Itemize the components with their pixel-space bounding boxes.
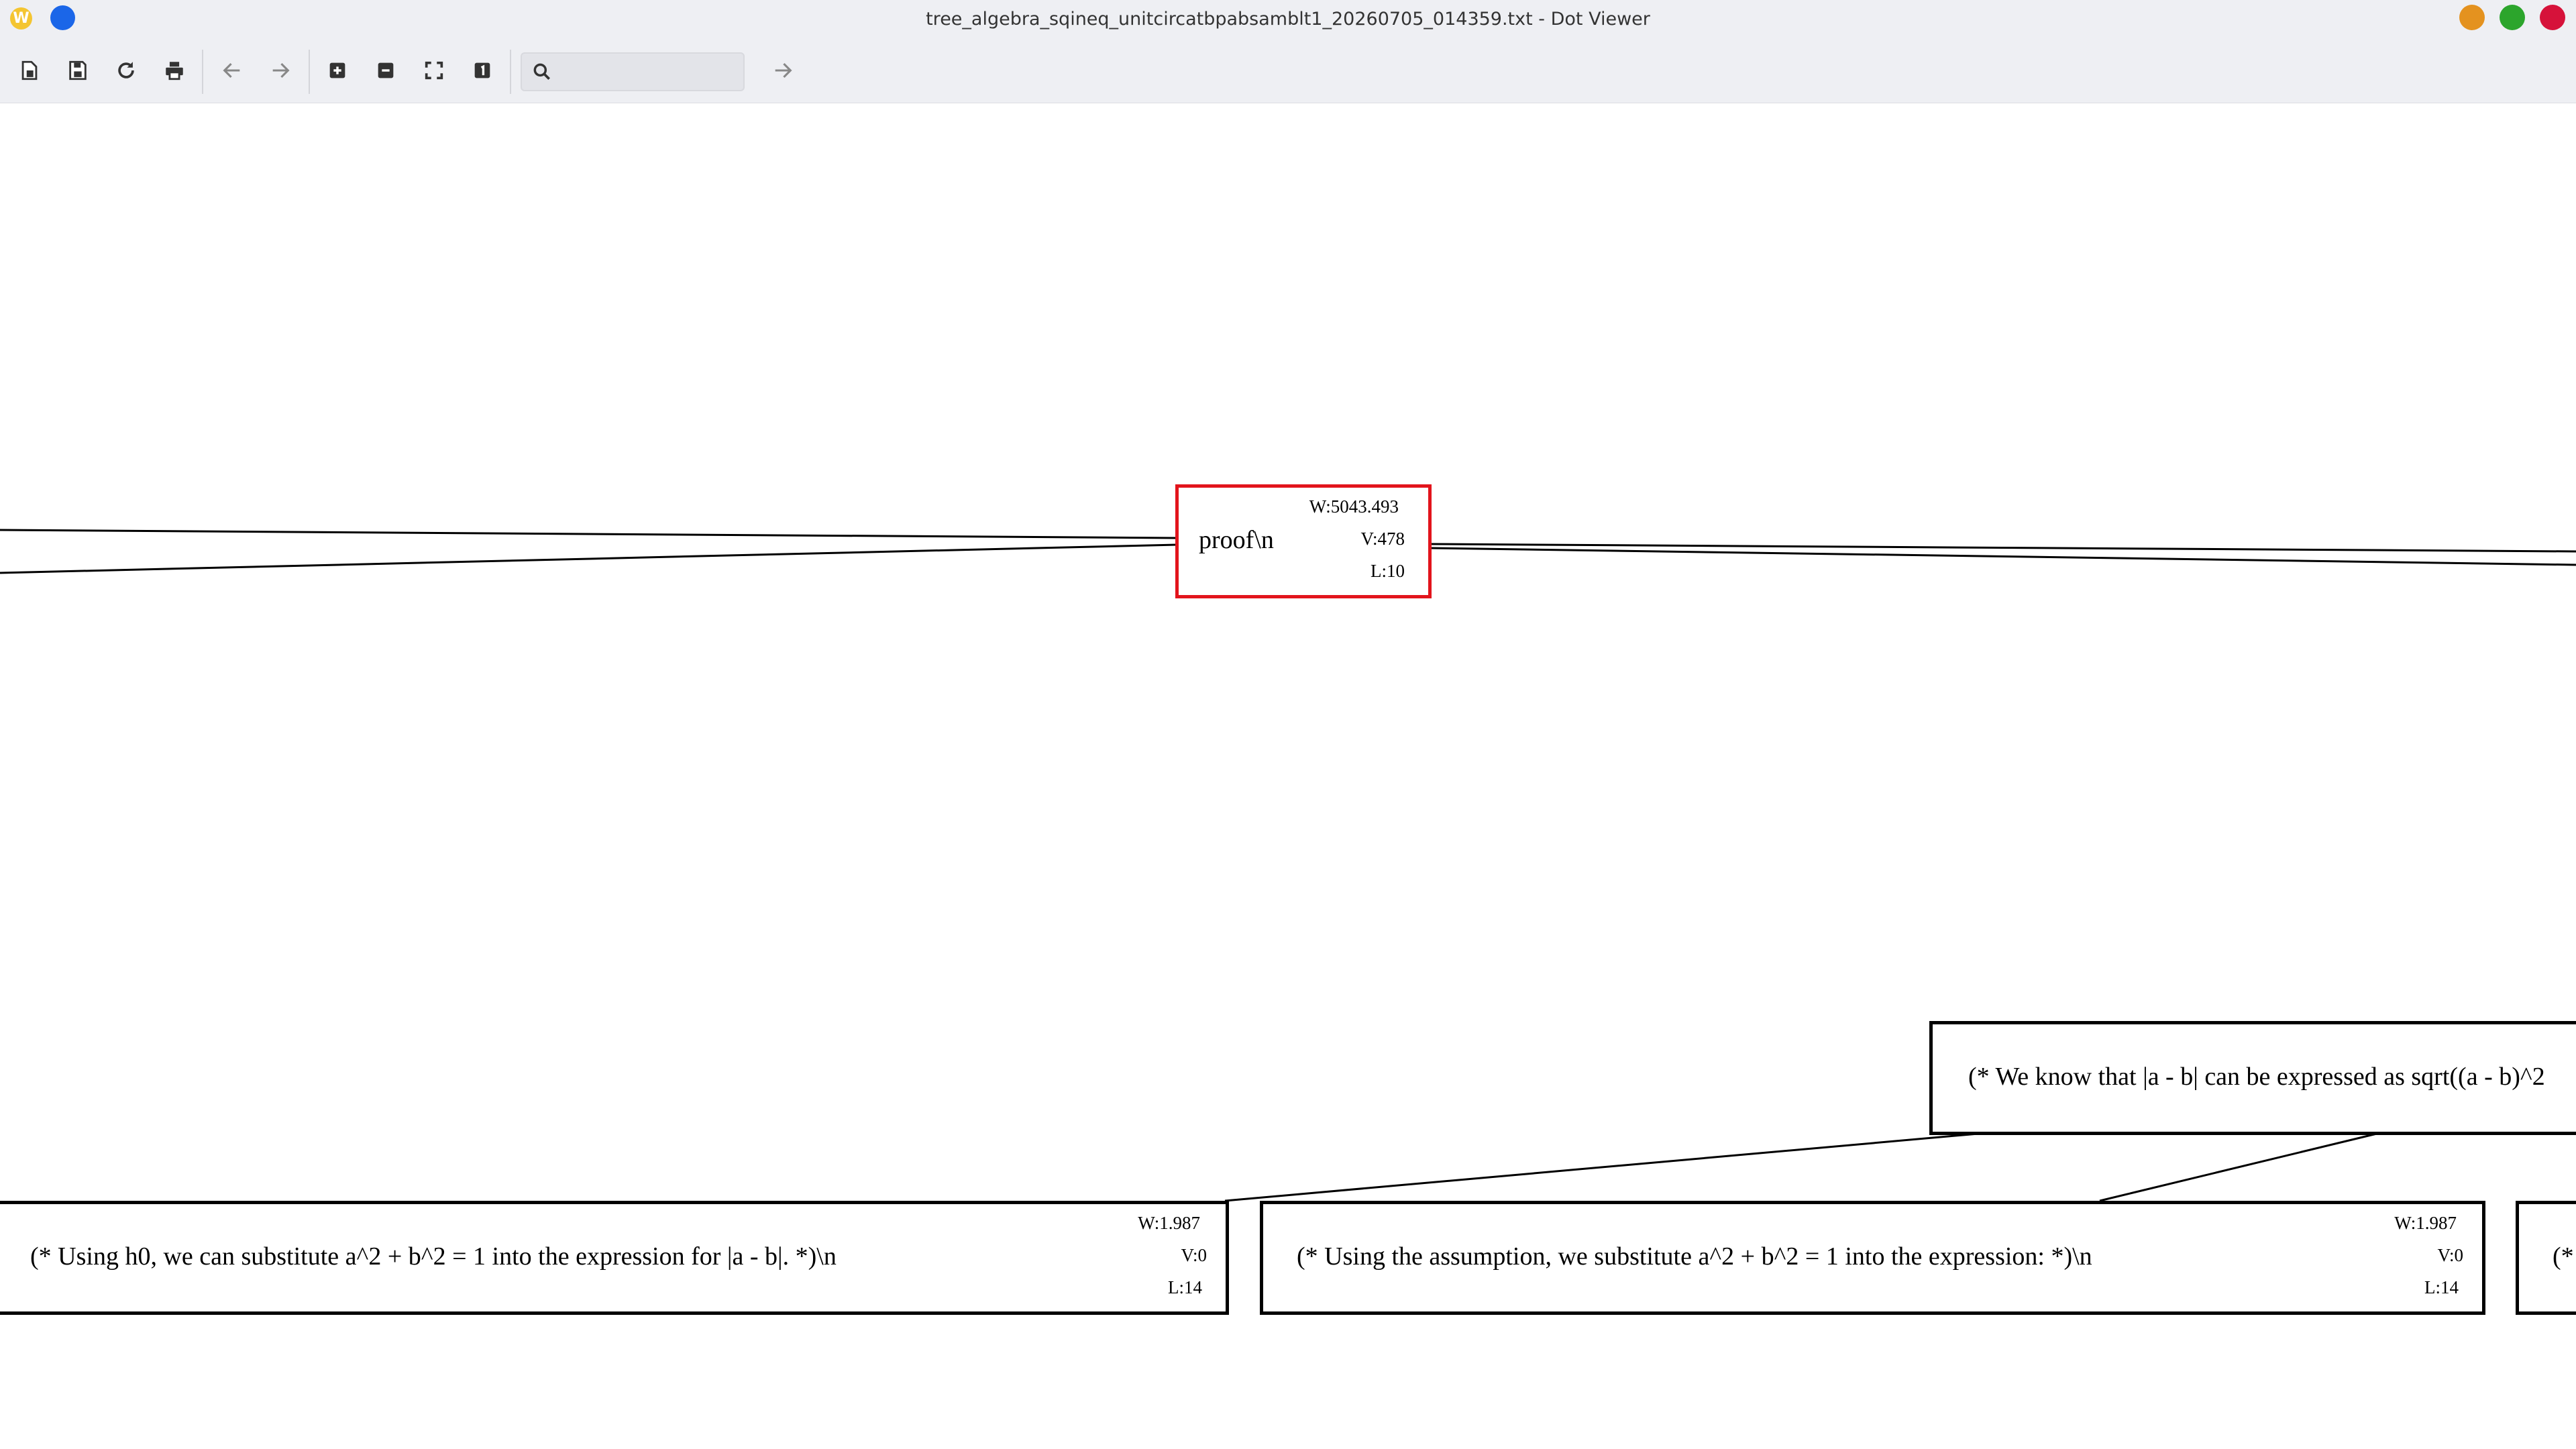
node-level: L:14 (2424, 1277, 2459, 1297)
save-icon (69, 60, 87, 80)
toolbar-separator (202, 50, 203, 94)
toolbar (0, 38, 2576, 103)
node-label: (* Using h0, we can substitute a^2 + b^2… (30, 1242, 837, 1271)
node-visits: V:0 (1181, 1245, 1208, 1265)
maximize-button[interactable] (2500, 5, 2525, 30)
save-button[interactable] (62, 55, 93, 86)
edge (0, 529, 1178, 539)
node-weight: W:5043.493 (1309, 496, 1399, 517)
title-bar: W tree_algebra_sqineq_unitcircatbpabsamb… (0, 0, 2576, 38)
node-visits: V:478 (1360, 529, 1405, 549)
forward-icon (272, 62, 290, 78)
graph-node-leaf-partial[interactable]: (* (2516, 1201, 2576, 1315)
search-field[interactable] (521, 52, 745, 91)
zoom-out-icon (378, 62, 394, 78)
graph-node-root[interactable]: proof\n W:5043.493 V:478 L:10 (1175, 484, 1432, 598)
zoom-100-icon (474, 62, 490, 78)
zoom-100-button[interactable] (467, 55, 498, 86)
graph-node-mid[interactable]: (* We know that |a - b| can be expressed… (1929, 1021, 2576, 1135)
minimize-button[interactable] (2459, 5, 2485, 30)
go-icon (775, 62, 792, 78)
edge (0, 543, 1178, 574)
toolbar-separator (309, 50, 310, 94)
node-label: (* Using the assumption, we substitute a… (1297, 1242, 2092, 1271)
zoom-in-button[interactable] (322, 55, 353, 86)
node-label: (* (2553, 1242, 2574, 1271)
node-label: (* We know that |a - b| can be expressed… (1968, 1063, 2545, 1091)
close-button[interactable] (2540, 5, 2565, 30)
node-visits: V:0 (2437, 1245, 2464, 1265)
graph-canvas[interactable]: proof\n W:5043.493 V:478 L:10 (* We know… (0, 103, 2576, 1449)
node-level: L:10 (1371, 561, 1405, 581)
node-label: proof\n (1199, 526, 1274, 554)
reload-button[interactable] (111, 55, 142, 86)
node-weight: W:1.987 (2394, 1213, 2457, 1233)
zoom-out-button[interactable] (370, 55, 401, 86)
search-go-button[interactable] (767, 55, 798, 86)
zoom-fit-button[interactable] (419, 55, 449, 86)
node-weight: W:1.987 (1138, 1213, 1200, 1233)
zoom-in-icon (329, 62, 345, 78)
print-icon (166, 62, 183, 80)
search-input[interactable] (559, 58, 738, 87)
open-icon (21, 60, 38, 80)
back-button[interactable] (217, 55, 248, 86)
search-icon (533, 63, 550, 80)
back-icon (223, 62, 240, 78)
graph-node-leaf-left[interactable]: (* Using h0, we can substitute a^2 + b^2… (0, 1201, 1229, 1315)
reload-icon (118, 62, 134, 78)
edge (2099, 1132, 2377, 1202)
node-level: L:14 (1168, 1277, 1202, 1297)
open-file-button[interactable] (14, 55, 45, 86)
toolbar-separator (510, 50, 511, 94)
window-title: tree_algebra_sqineq_unitcircatbpabsamblt… (926, 9, 1650, 30)
forward-button[interactable] (265, 55, 296, 86)
zoom-fit-icon (425, 61, 443, 80)
print-button[interactable] (159, 55, 190, 86)
edge (1224, 1132, 1979, 1202)
graph-node-leaf-right[interactable]: (* Using the assumption, we substitute a… (1260, 1201, 2485, 1315)
